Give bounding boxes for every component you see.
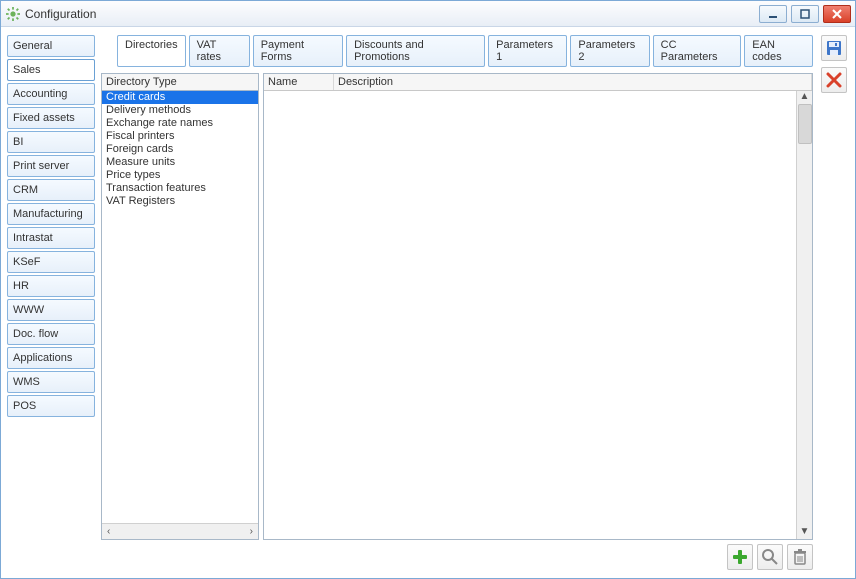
- grid-body[interactable]: ▲ ▼: [264, 91, 812, 539]
- list-item[interactable]: Transaction features: [102, 182, 258, 195]
- delete-button[interactable]: [787, 544, 813, 570]
- sidebar-item-manufacturing[interactable]: Manufacturing: [7, 203, 95, 225]
- list-item[interactable]: Exchange rate names: [102, 117, 258, 130]
- list-item[interactable]: VAT Registers: [102, 195, 258, 208]
- footer-toolbar: [101, 544, 813, 570]
- directory-type-panel: Directory Type Credit cardsDelivery meth…: [101, 73, 259, 540]
- scroll-up-icon[interactable]: ▲: [800, 91, 810, 102]
- sidebar-item-bi[interactable]: BI: [7, 131, 95, 153]
- list-item[interactable]: Foreign cards: [102, 143, 258, 156]
- sidebar-item-sales[interactable]: Sales: [7, 59, 95, 81]
- window-title: Configuration: [25, 7, 759, 21]
- sidebar-item-hr[interactable]: HR: [7, 275, 95, 297]
- sidebar-item-applications[interactable]: Applications: [7, 347, 95, 369]
- maximize-button[interactable]: [791, 5, 819, 23]
- grid-header: Name Description: [264, 74, 812, 91]
- tab-discounts-and-promotions[interactable]: Discounts and Promotions: [346, 35, 485, 67]
- tabs: DirectoriesVAT ratesPayment FormsDiscoun…: [117, 35, 813, 67]
- close-button[interactable]: [823, 5, 851, 23]
- scroll-left-icon[interactable]: ‹: [104, 526, 113, 537]
- sidebar-item-print-server[interactable]: Print server: [7, 155, 95, 177]
- tab-vat-rates[interactable]: VAT rates: [189, 35, 250, 67]
- directory-type-list[interactable]: Credit cardsDelivery methodsExchange rat…: [102, 91, 258, 523]
- save-button[interactable]: [821, 35, 847, 61]
- list-item[interactable]: Fiscal printers: [102, 130, 258, 143]
- list-item[interactable]: Delivery methods: [102, 104, 258, 117]
- minimize-button[interactable]: [759, 5, 787, 23]
- gear-icon: [5, 6, 21, 22]
- cancel-button[interactable]: [821, 67, 847, 93]
- tab-cc-parameters[interactable]: CC Parameters: [653, 35, 742, 67]
- list-item[interactable]: Credit cards: [102, 91, 258, 104]
- tab-directories[interactable]: Directories: [117, 35, 186, 67]
- column-description[interactable]: Description: [334, 74, 812, 90]
- sidebar-item-pos[interactable]: POS: [7, 395, 95, 417]
- horizontal-scrollbar[interactable]: ‹ ›: [102, 523, 258, 539]
- tab-parameters-1[interactable]: Parameters 1: [488, 35, 567, 67]
- sidebar: GeneralSalesAccountingFixed assetsBIPrin…: [7, 35, 95, 570]
- vertical-scrollbar[interactable]: ▲ ▼: [796, 91, 812, 539]
- sidebar-item-intrastat[interactable]: Intrastat: [7, 227, 95, 249]
- main: DirectoriesVAT ratesPayment FormsDiscoun…: [101, 35, 813, 570]
- list-item[interactable]: Measure units: [102, 156, 258, 169]
- sidebar-item-fixed-assets[interactable]: Fixed assets: [7, 107, 95, 129]
- body: GeneralSalesAccountingFixed assetsBIPrin…: [1, 27, 855, 578]
- details-grid: Name Description ▲ ▼: [263, 73, 813, 540]
- config-window: Configuration GeneralSalesAccountingFixe…: [0, 0, 856, 579]
- sidebar-item-doc-flow[interactable]: Doc. flow: [7, 323, 95, 345]
- tab-parameters-2[interactable]: Parameters 2: [570, 35, 649, 67]
- sidebar-item-wms[interactable]: WMS: [7, 371, 95, 393]
- tab-ean-codes[interactable]: EAN codes: [744, 35, 813, 67]
- sidebar-item-ksef[interactable]: KSeF: [7, 251, 95, 273]
- scroll-right-icon[interactable]: ›: [247, 526, 256, 537]
- sidebar-item-general[interactable]: General: [7, 35, 95, 57]
- right-rail: [819, 35, 849, 570]
- list-item[interactable]: Price types: [102, 169, 258, 182]
- column-name[interactable]: Name: [264, 74, 334, 90]
- content: Directory Type Credit cardsDelivery meth…: [101, 73, 813, 540]
- sidebar-item-crm[interactable]: CRM: [7, 179, 95, 201]
- sidebar-item-accounting[interactable]: Accounting: [7, 83, 95, 105]
- scroll-down-icon[interactable]: ▼: [800, 526, 810, 537]
- titlebar: Configuration: [1, 1, 855, 27]
- directory-type-header: Directory Type: [102, 74, 258, 91]
- window-controls: [759, 5, 851, 23]
- search-button[interactable]: [757, 544, 783, 570]
- add-button[interactable]: [727, 544, 753, 570]
- scroll-thumb[interactable]: [798, 104, 812, 144]
- tab-payment-forms[interactable]: Payment Forms: [253, 35, 343, 67]
- sidebar-item-www[interactable]: WWW: [7, 299, 95, 321]
